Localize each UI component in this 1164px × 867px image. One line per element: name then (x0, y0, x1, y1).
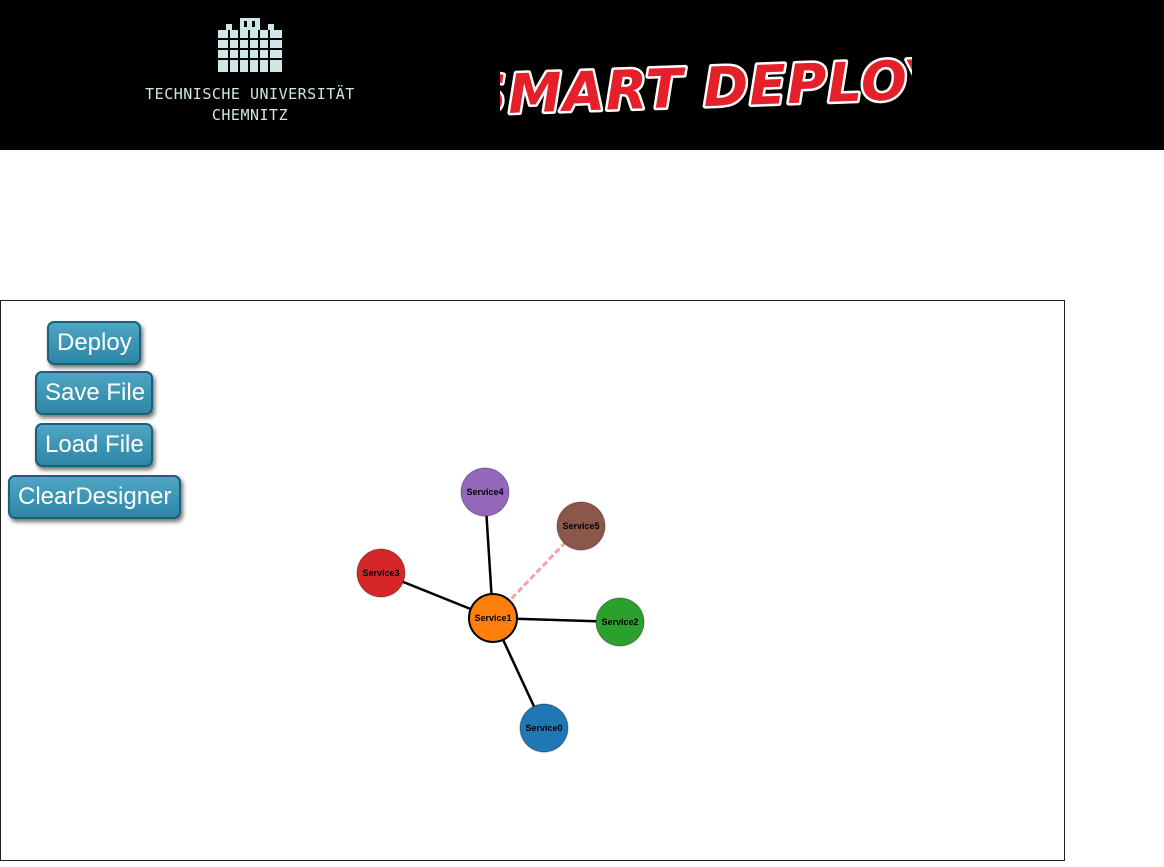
node-label: Service2 (601, 617, 638, 627)
node-service4[interactable]: Service4 (460, 467, 510, 517)
node-label: Service1 (474, 613, 511, 623)
node-label: Service3 (362, 568, 399, 578)
node-service0[interactable]: Service0 (519, 703, 569, 753)
smart-deploy-title: SMART DEPLOY (500, 48, 912, 122)
university-name-line2: CHEMNITZ (211, 106, 289, 124)
graph-nodes[interactable]: Service0 Service1 Service2 Service3 Service4… (356, 467, 645, 753)
node-service5[interactable]: Service5 (556, 501, 606, 551)
designer-canvas[interactable]: Deploy Save File Load File ClearDesigner… (0, 300, 1065, 861)
node-label: Service5 (562, 521, 599, 531)
node-service3[interactable]: Service3 (356, 548, 406, 598)
node-label: Service0 (525, 723, 562, 733)
smart-deploy-logo: SMART DEPLOY (500, 46, 912, 122)
service-graph[interactable]: Service0 Service1 Service2 Service3 Service4… (1, 301, 1064, 860)
header-banner: TECHNISCHE UNIVERSITÄT CHEMNITZ SMART DE… (0, 0, 1164, 150)
node-label: Service4 (466, 487, 503, 497)
university-name: TECHNISCHE UNIVERSITÄT CHEMNITZ (140, 84, 360, 126)
node-service2[interactable]: Service2 (595, 597, 645, 647)
tu-chemnitz-logo: TECHNISCHE UNIVERSITÄT CHEMNITZ (140, 16, 360, 136)
node-service1[interactable]: Service1 (468, 593, 518, 643)
university-building-icon (218, 18, 282, 72)
university-name-line1: TECHNISCHE UNIVERSITÄT (145, 85, 355, 103)
